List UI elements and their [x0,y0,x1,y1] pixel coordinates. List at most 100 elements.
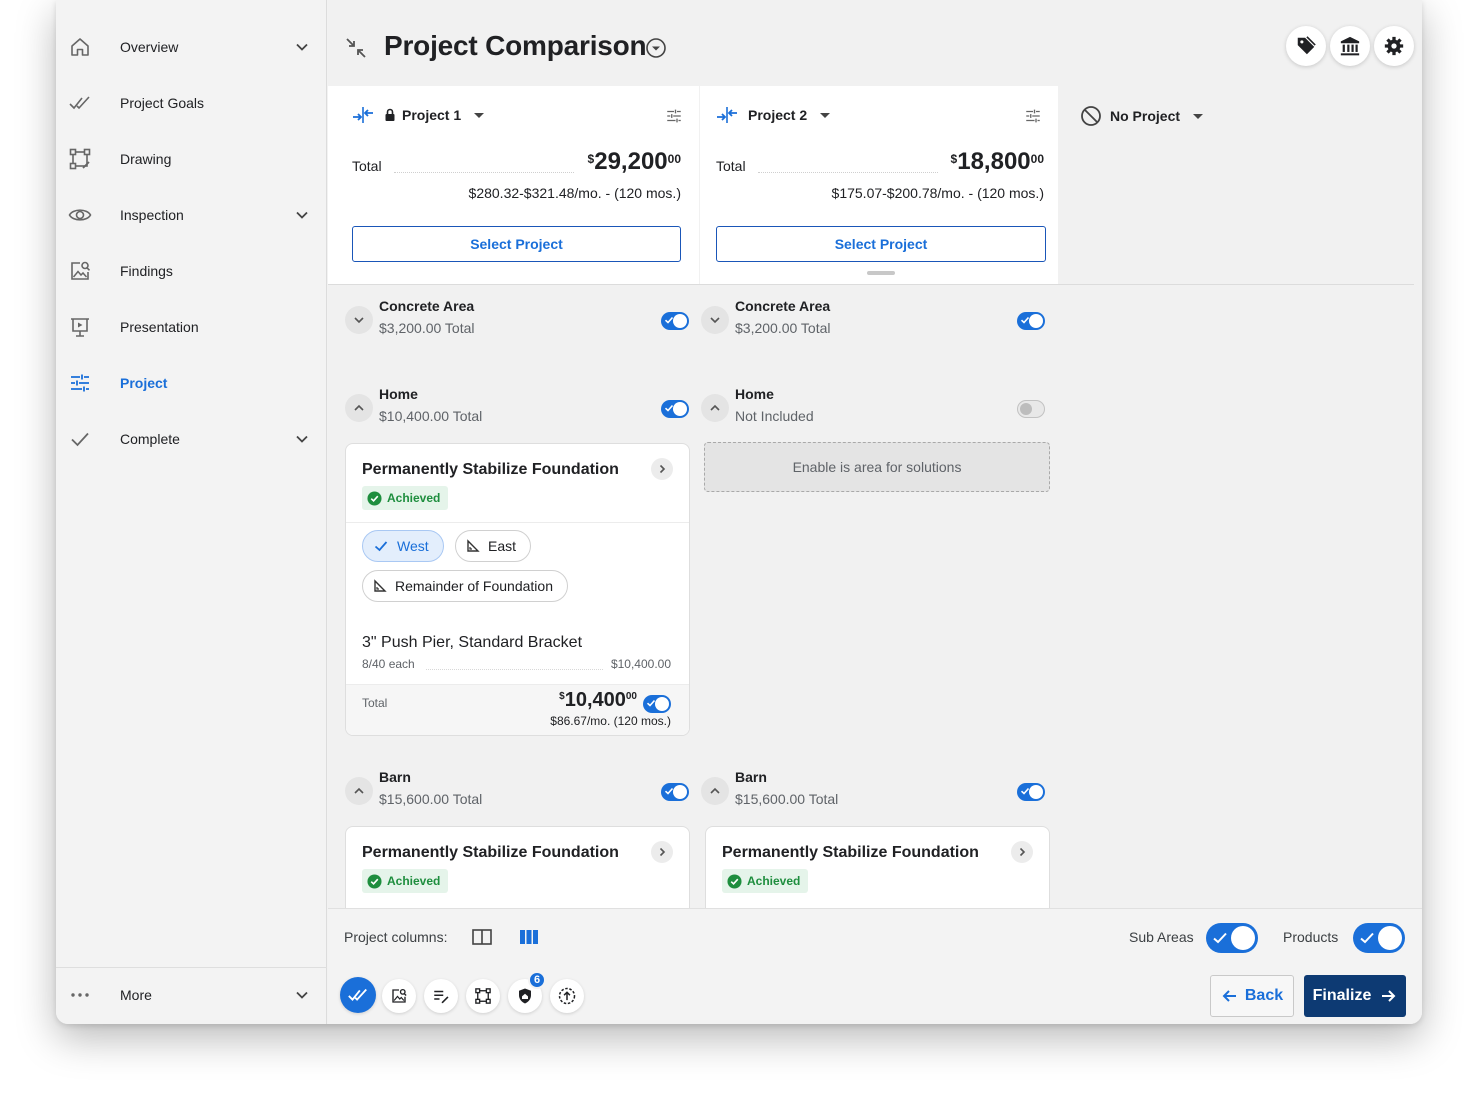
badge-label: Achieved [387,874,441,888]
currency-symbol: $ [559,691,565,702]
double-check-icon [69,96,90,110]
collapse-area-button[interactable] [345,394,373,422]
select-project-button[interactable]: Select Project [352,226,681,262]
badge-label: Achieved [387,491,441,505]
back-button[interactable]: Back [1210,975,1294,1017]
price-tag-button[interactable] [1286,26,1326,66]
project-total-price: $18,80000 [951,148,1044,176]
product-price: $10,400.00 [610,657,671,671]
sidebar-item-drawing[interactable]: Drawing [56,131,327,187]
collapse-arrows-icon[interactable] [344,36,368,60]
three-columns-icon[interactable] [518,927,540,947]
goals-tool-button[interactable] [340,977,376,1013]
check-icon [1213,932,1227,944]
area-row-concrete-p1: Concrete Area $3,200.00 Total [345,298,689,354]
drag-handle[interactable] [867,271,895,275]
status-badge: Achieved [362,869,449,893]
chevron-down-icon[interactable] [292,985,312,1005]
app-window: Overview Project Goals Drawing Inspectio… [56,0,1422,1024]
sidebar-item-label: Project Goals [120,95,205,111]
page-title: Project Comparison [384,30,647,61]
sidebar-item-inspection[interactable]: Inspection [56,187,327,243]
leader-dots [426,669,603,670]
area-name: Home [379,386,418,402]
check-circle-icon [367,490,382,506]
leader-dots [394,172,574,173]
shield-tool-button[interactable]: 6 [508,971,546,1013]
drawing-tool-button[interactable] [466,979,500,1013]
sidebar-item-project-goals[interactable]: Project Goals [56,75,327,131]
solution-toggle[interactable] [643,695,671,713]
sub-area-chip-east[interactable]: East [455,530,532,562]
open-solution-button[interactable] [651,841,673,863]
currency-symbol: $ [950,152,958,166]
two-columns-icon[interactable] [471,927,493,947]
sidebar-item-label: Findings [120,263,173,279]
compare-arrows-icon [717,107,737,123]
findings-icon [71,261,91,280]
area-total: $3,200.00 Total [379,320,475,336]
expand-area-button[interactable] [701,306,729,334]
collapse-area-button[interactable] [701,777,729,805]
sidebar-item-findings[interactable]: Findings [56,243,327,299]
open-solution-button[interactable] [1011,841,1033,863]
bank-icon [1340,36,1360,56]
chip-label: West [397,538,429,554]
sidebar-item-overview[interactable]: Overview [56,19,327,75]
area-toggle[interactable] [661,312,689,330]
area-row-barn-p1: Barn $15,600.00 Total [345,769,689,825]
leader-dots [758,172,938,173]
area-name: Concrete Area [735,298,831,314]
findings-tool-button[interactable] [382,979,416,1013]
price-tag-icon [1297,36,1316,55]
area-toggle[interactable] [1017,400,1045,418]
chevron-down-icon[interactable] [292,37,312,57]
no-project-selector[interactable]: No Project [1080,105,1208,127]
solution-card: Permanently Stabilize Foundation Achieve… [345,443,690,736]
products-toggle[interactable] [1353,923,1405,953]
select-project-button[interactable]: Select Project [716,226,1046,262]
project-selector-2[interactable]: Project 2 [716,105,835,125]
back-label: Back [1244,987,1284,1004]
sidebar-item-presentation[interactable]: Presentation [56,299,327,355]
area-toggle[interactable] [661,400,689,418]
expand-area-button[interactable] [345,306,373,334]
sidebar-item-label: Overview [120,39,179,55]
collapse-area-button[interactable] [345,777,373,805]
ruler-angle-icon [374,579,387,592]
sidebar-item-label: Project [120,375,168,391]
area-toggle[interactable] [1017,312,1045,330]
tune-icon[interactable] [665,107,683,125]
upload-tool-button[interactable] [550,979,584,1013]
sidebar-item-complete[interactable]: Complete [56,411,327,467]
tune-icon[interactable] [1024,107,1042,125]
solution-title: Permanently Stabilize Foundation [722,844,979,861]
area-status: Not Included [735,408,814,424]
dropdown-circle-icon[interactable] [645,37,667,59]
sub-area-chip-remainder[interactable]: Remainder of Foundation [362,570,568,602]
area-name: Barn [735,769,767,785]
area-name: Home [735,386,774,402]
notes-tool-button[interactable] [424,979,458,1013]
area-toggle[interactable] [661,783,689,801]
total-label: Total [362,696,388,710]
sub-area-chip-west[interactable]: West [362,530,444,562]
settings-button[interactable] [1374,26,1414,66]
chevron-down-icon[interactable] [292,429,312,449]
sidebar-item-project[interactable]: Project [56,355,327,411]
bank-button[interactable] [1330,26,1370,66]
sub-areas-toggle[interactable] [1206,923,1258,953]
open-solution-button[interactable] [651,458,673,480]
area-toggle[interactable] [1017,783,1045,801]
finalize-button[interactable]: Finalize [1304,975,1406,1017]
collapse-area-button[interactable] [701,394,729,422]
sidebar-item-more[interactable]: More [56,967,327,1023]
chevron-down-icon[interactable] [292,205,312,225]
monthly-payment: $175.07-$200.78/mo. - (120 mos.) [831,185,1044,201]
products-label: Products [1283,929,1339,945]
finalize-label: Finalize [1312,987,1372,1004]
arrow-left-icon [1222,990,1236,1002]
area-total: $15,600.00 Total [379,791,483,807]
chevron-right-icon [659,847,666,857]
project-selector-1[interactable]: Project 1 [352,105,489,125]
